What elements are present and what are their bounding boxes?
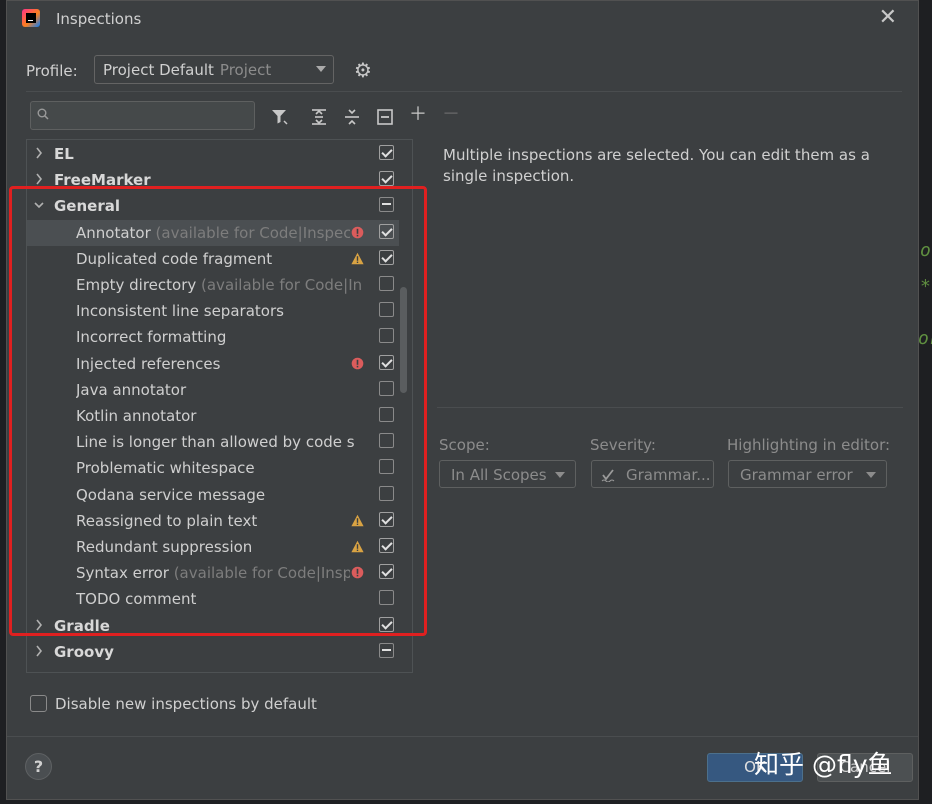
- expand-all-icon[interactable]: [310, 108, 328, 126]
- scope-label: Scope:: [439, 436, 490, 454]
- highlighting-value: Grammar error: [740, 466, 853, 484]
- remove-icon[interactable]: －: [442, 104, 460, 126]
- scope-dropdown[interactable]: In All Scopes: [439, 460, 576, 488]
- profile-scope: Project: [219, 61, 272, 79]
- profile-label: Profile:: [26, 62, 78, 80]
- search-icon: [37, 108, 49, 120]
- divider: [7, 736, 918, 737]
- filter-icon[interactable]: [271, 108, 289, 126]
- annotation-highlight-box: [9, 186, 427, 636]
- highlighting-label: Highlighting in editor:: [727, 436, 891, 454]
- add-icon[interactable]: ＋: [409, 104, 427, 126]
- inspection-checkbox[interactable]: [379, 145, 394, 160]
- search-input[interactable]: [30, 101, 255, 130]
- background-code-fragment: or: [918, 328, 932, 349]
- dialog-title: Inspections: [56, 10, 142, 28]
- severity-label: Severity:: [590, 436, 656, 454]
- inspection-checkbox[interactable]: [379, 642, 394, 658]
- title-bar: Inspections ✕: [7, 1, 918, 37]
- gear-icon[interactable]: ⚙: [354, 60, 372, 80]
- tree-group-groovy[interactable]: Groovy: [27, 639, 399, 665]
- chevron-down-icon: [316, 66, 326, 72]
- profile-value: Project Default: [103, 61, 214, 79]
- divider: [437, 407, 903, 408]
- tree-group-label: EL: [54, 145, 74, 163]
- collapse-all-icon[interactable]: [343, 108, 361, 126]
- disable-new-inspections-checkbox[interactable]: [30, 695, 47, 712]
- reset-icon[interactable]: [376, 108, 394, 126]
- grammar-check-icon: [601, 469, 615, 482]
- multiple-selection-message: Multiple inspections are selected. You c…: [443, 146, 870, 185]
- close-icon[interactable]: ✕: [879, 6, 897, 30]
- watermark: 知乎 @fly鱼: [754, 750, 893, 779]
- divider: [26, 91, 902, 92]
- chevron-down-icon: [555, 472, 565, 478]
- chevron-down-icon: [866, 472, 876, 478]
- chevron-right-icon[interactable]: [33, 642, 45, 660]
- intellij-app-icon: [22, 9, 40, 27]
- scope-value: In All Scopes: [451, 466, 547, 484]
- background-code-fragment: o: [920, 240, 931, 261]
- severity-dropdown[interactable]: Grammar...: [591, 460, 714, 488]
- severity-value: Grammar...: [626, 466, 711, 484]
- profile-dropdown[interactable]: Project Default Project: [94, 55, 334, 84]
- background-code-fragment: *: [920, 276, 931, 297]
- disable-new-inspections-label: Disable new inspections by default: [55, 695, 317, 713]
- help-button[interactable]: ?: [25, 753, 52, 780]
- chevron-right-icon[interactable]: [33, 144, 45, 162]
- inspection-checkbox[interactable]: [379, 171, 394, 187]
- tree-group-el[interactable]: EL: [27, 141, 399, 167]
- highlighting-dropdown[interactable]: Grammar error: [728, 460, 887, 488]
- tree-group-label: Groovy: [54, 642, 114, 661]
